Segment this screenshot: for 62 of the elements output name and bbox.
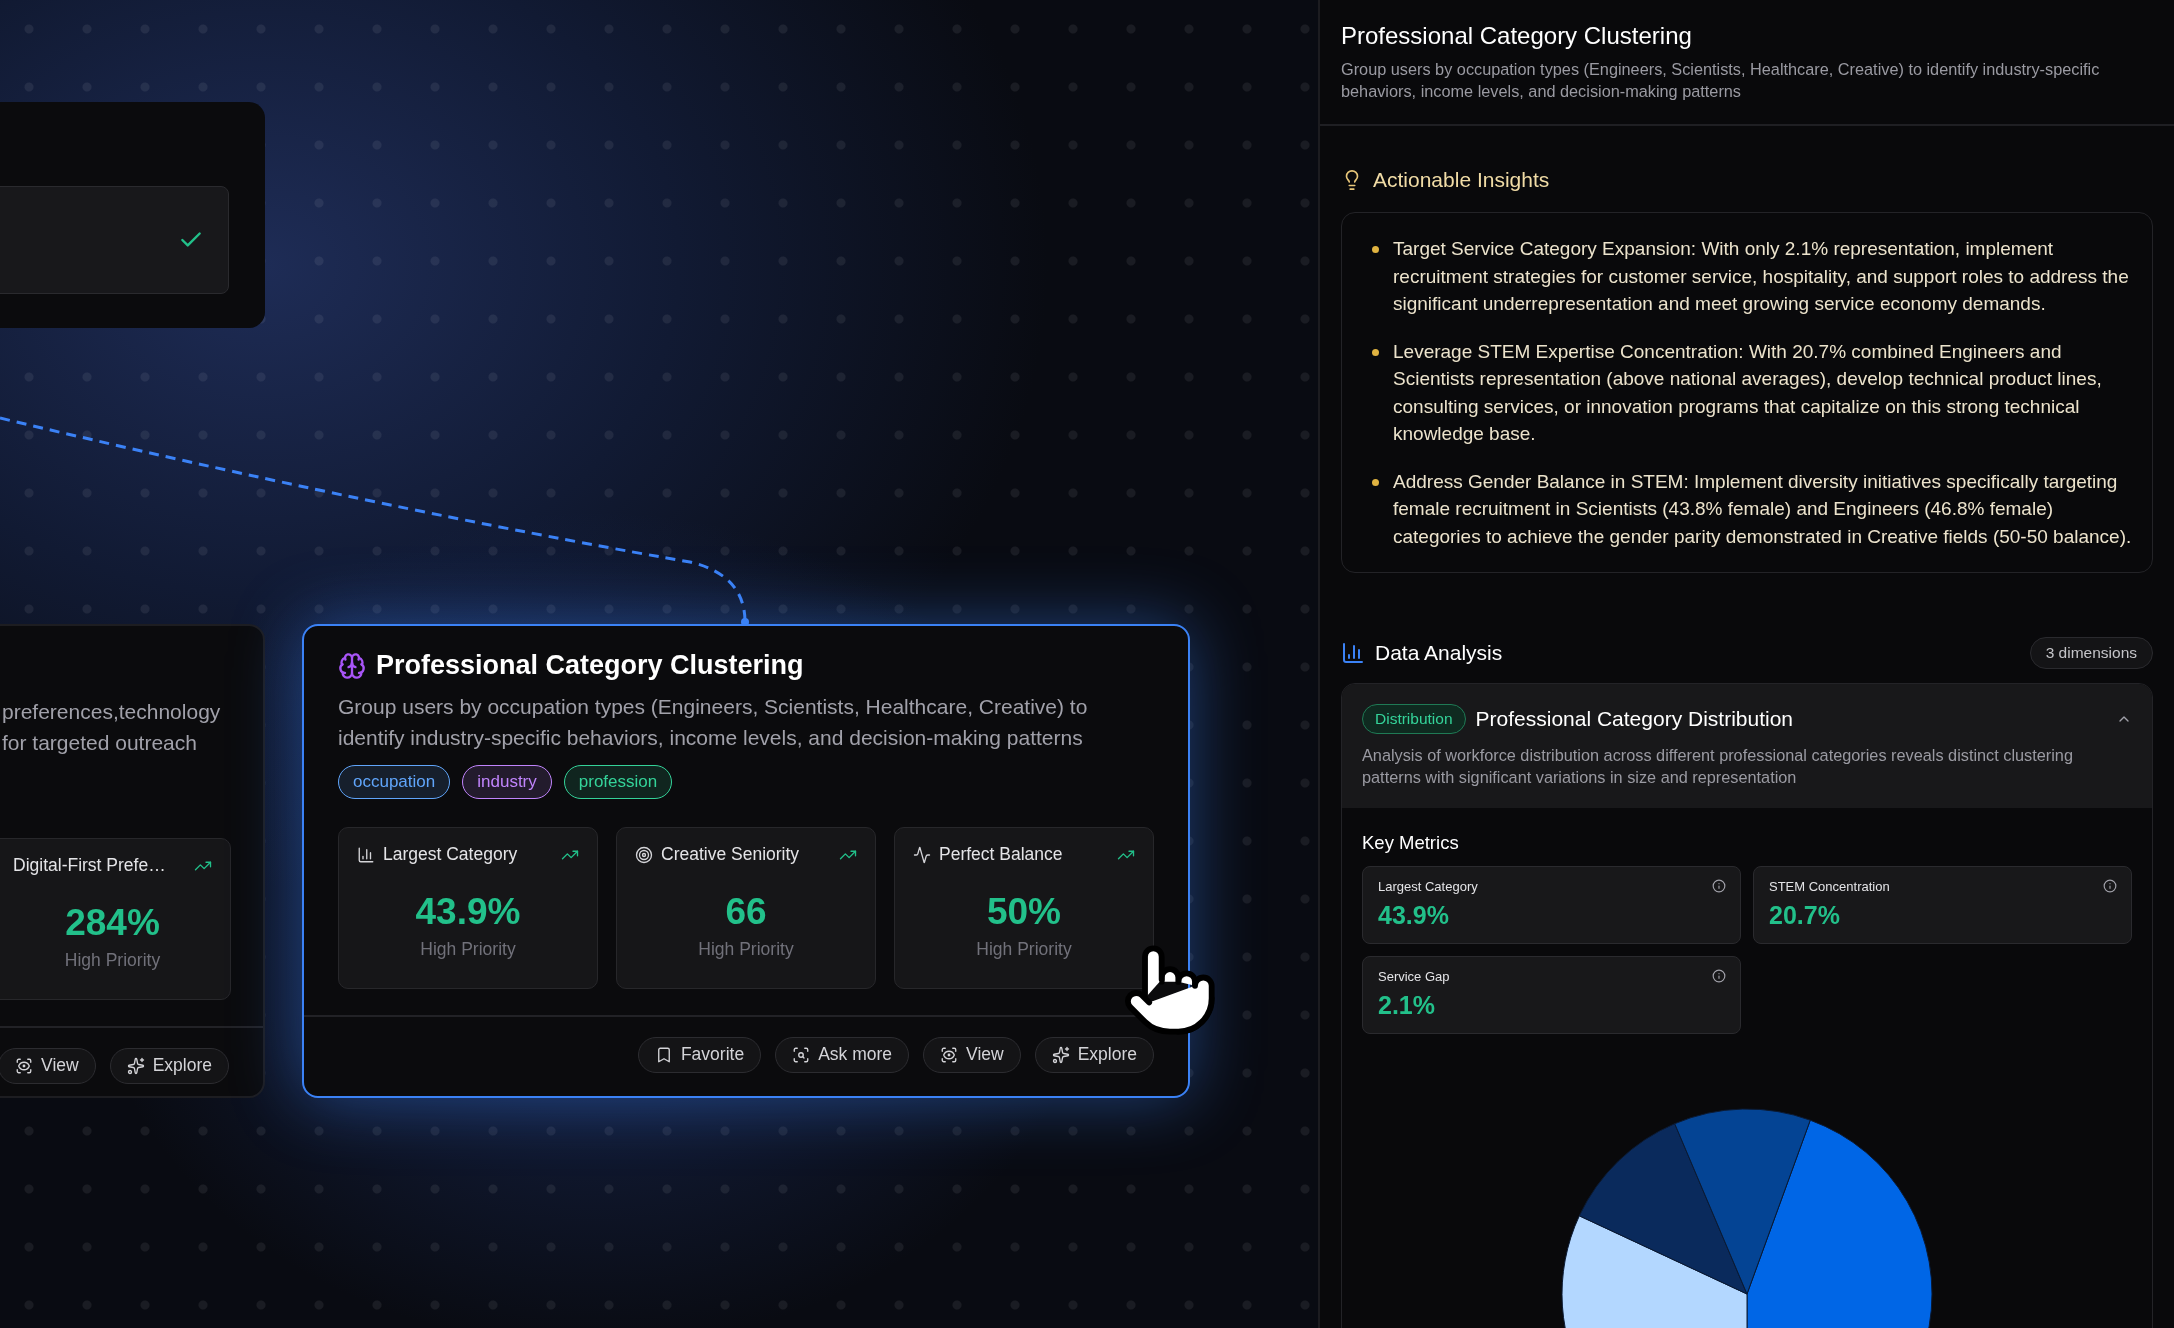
- insight-text: Target Service Category Expansion: With only 2.1% representation, implement recruitment strategies for customer service, hospitality, and support roles to address the significant underrepresentation and meet growing service economy demands.: [1393, 237, 2130, 316]
- analysis-header[interactable]: [1342, 684, 2152, 808]
- info-icon: [2103, 879, 2117, 893]
- card-description: for targeted outreach: [2, 730, 198, 756]
- scan-search-icon: [792, 1045, 811, 1064]
- action-button[interactable]: Explore: [1034, 1036, 1154, 1073]
- metric-label: Perfect Balance: [939, 844, 1064, 865]
- action-button[interactable]: Explore: [109, 1047, 229, 1084]
- node-card[interactable]: [302, 624, 1190, 1098]
- metric-label: Largest Category: [1378, 879, 1478, 894]
- panel-title: Professional Category Clustering: [1341, 22, 1693, 50]
- tag: industry: [462, 765, 552, 799]
- section-title: Actionable Insights: [1373, 168, 1550, 192]
- metric-label: STEM Concentration: [1769, 879, 1890, 894]
- card-description: preferences,technology: [2, 699, 222, 725]
- metric-label: Digital-First Prefe…: [13, 855, 167, 876]
- action-button[interactable]: View: [0, 1047, 96, 1084]
- sparkles-icon: [1051, 1045, 1070, 1064]
- metric-priority: High Priority: [419, 939, 517, 960]
- metric-priority: High Priority: [697, 939, 795, 960]
- section-title: Data Analysis: [1375, 641, 1504, 665]
- analysis-title: Professional Category Distribution: [1475, 707, 1794, 731]
- metric-value: 50%: [985, 891, 1063, 933]
- eye-icon: [940, 1045, 959, 1064]
- metric-value: 2.1%: [1378, 991, 1436, 1020]
- action-button[interactable]: View: [923, 1036, 1021, 1073]
- brain-icon: [338, 651, 366, 680]
- bullet-dot: [1372, 348, 1379, 356]
- category-tag: Distribution: [1362, 704, 1466, 734]
- bullet-dot: [1372, 478, 1379, 486]
- target-icon: [635, 845, 653, 864]
- tag: profession: [563, 765, 673, 799]
- info-icon: [1712, 879, 1726, 893]
- dimensions-badge: 3 dimensions: [2029, 637, 2153, 669]
- sparkles-icon: [126, 1056, 145, 1075]
- action-button[interactable]: Ask more: [775, 1036, 910, 1073]
- metric-value: 66: [724, 891, 768, 933]
- panel-description: Group users by occupation types (Engineers, Scientists, Healthcare, Creative) to identify industry-specific behaviors, income levels, and decision-making patterns: [1341, 59, 2101, 102]
- tag: occupation: [338, 765, 451, 799]
- insight-text: Address Gender Balance in STEM: Implement diversity initiatives specifically targeting female recruitment in Scientists (43.8% female) and Engineers (46.8% female) categories to achieve the gender parity demonstrated in Creative fields (50-50 balance).: [1393, 469, 2132, 549]
- node-card[interactable]: preferences,technology for targeted outreach Digital-First Prefe… 284% High Priority View Explore: [0, 624, 265, 1098]
- card-description: Group users by occupation types (Engineers, Scientists, Healthcare, Creative) to identify industry-specific behaviors, income levels, and decision-making patterns: [338, 694, 1089, 751]
- key-metrics-title: Key Metrics: [1362, 832, 1460, 854]
- info-icon: [1712, 969, 1726, 983]
- pulse-icon: [913, 845, 931, 864]
- insight-text: Leverage STEM Expertise Concentration: With 20.7% combined Engineers and Scientists representation (above national averages), develop technical product lines, consulting services, or innovation programs that capitalize on this strong technical knowledge base.: [1393, 339, 2103, 446]
- metric-value: 20.7%: [1769, 901, 1841, 930]
- analysis-description: Analysis of workforce distribution across different professional categories reveals distinct clustering patterns with significant variations in size and representation: [1362, 745, 2074, 788]
- card-title: Professional Category Clustering: [376, 650, 804, 681]
- metric-label: Largest Category: [383, 844, 519, 865]
- metric-label: Creative Seniority: [661, 844, 801, 865]
- metric-value: 43.9%: [414, 891, 522, 933]
- bar-chart-icon: [357, 845, 375, 864]
- metric-priority: High Priority: [63, 950, 162, 971]
- bullet-dot: [1372, 246, 1379, 253]
- metric-label: Service Gap: [1378, 969, 1450, 984]
- metric-value: 43.9%: [1378, 901, 1450, 930]
- metric-priority: High Priority: [975, 939, 1073, 960]
- metric-value: 284%: [64, 902, 161, 944]
- bar-chart-icon: [1341, 641, 1365, 665]
- action-button[interactable]: Favorite: [637, 1036, 762, 1073]
- eye-icon: [15, 1056, 34, 1075]
